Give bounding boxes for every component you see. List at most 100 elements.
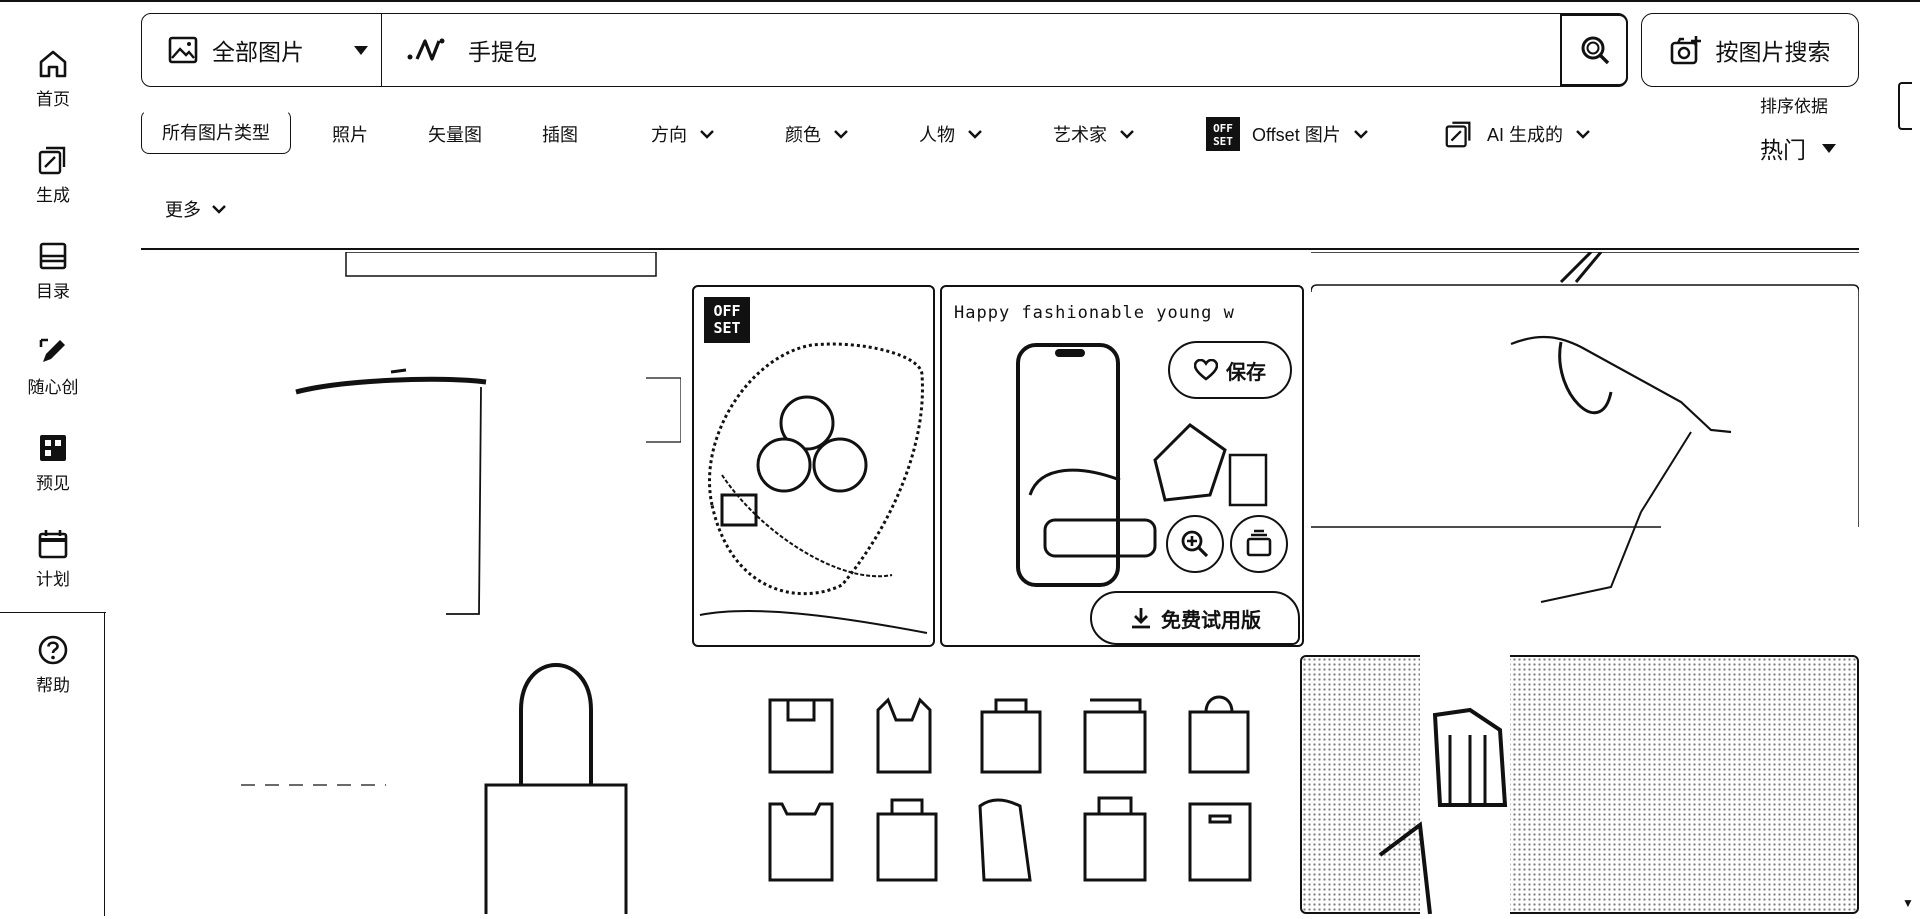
filter-artists[interactable]: 艺术家 — [1053, 112, 1135, 156]
nav-home[interactable]: 首页 — [0, 38, 106, 118]
search-input[interactable] — [468, 36, 1560, 64]
similar-images-button[interactable] — [1230, 515, 1288, 573]
filter-illustrations-label: 插图 — [542, 125, 578, 145]
scroll-down-arrow[interactable]: ▼ — [1902, 896, 1914, 910]
filter-orientation-label: 方向 — [651, 125, 687, 145]
search-icon — [1581, 36, 1609, 65]
caret-down-icon — [354, 45, 368, 55]
chevron-down-icon — [700, 130, 714, 139]
bag-icons-image — [768, 695, 1252, 882]
search-by-image-label: 按图片搜索 — [1715, 39, 1831, 65]
nav-home-label: 首页 — [36, 89, 70, 109]
zoom-in-icon — [1181, 530, 1209, 558]
tote-bag-image — [295, 251, 682, 615]
nav-plan[interactable]: 计划 — [0, 518, 106, 598]
svg-text:SET: SET — [1213, 135, 1233, 148]
image-tile[interactable] — [1310, 250, 1860, 647]
image-tile[interactable]: Happy fashionable young w 保存 免费试用版 — [940, 285, 1304, 647]
search-by-image-button[interactable]: 按图片搜索 — [1641, 13, 1859, 87]
nav-preview-label: 预见 — [36, 473, 70, 493]
filter-illustrations[interactable]: 插图 — [542, 112, 578, 156]
nav-preview[interactable]: 预见 — [0, 422, 106, 502]
filter-color-label: 颜色 — [785, 125, 821, 145]
nav-divider — [0, 612, 106, 613]
top-border — [0, 0, 1920, 2]
free-trial-label: 免费试用版 — [1161, 609, 1261, 632]
scrollbar-thumb[interactable] — [1898, 82, 1912, 130]
tote-outline-image — [241, 663, 628, 919]
image-tile[interactable] — [1300, 655, 1859, 914]
chevron-down-icon — [1353, 130, 1368, 139]
nav-catalog[interactable]: 目录 — [0, 230, 106, 310]
filter-all-types-label: 所有图片类型 — [162, 123, 270, 143]
nav-help[interactable]: 帮助 — [0, 624, 106, 704]
sort-dropdown[interactable]: 排序依据 热门 — [1760, 92, 1836, 165]
nav-generate-label: 生成 — [36, 185, 70, 205]
camera-plus-icon — [1670, 36, 1701, 65]
nav-catalog-label: 目录 — [36, 281, 70, 301]
calendar-icon — [38, 529, 68, 558]
svg-text:OFF: OFF — [1213, 122, 1233, 135]
filter-orientation[interactable]: 方向 — [651, 112, 715, 156]
generate-icon — [1445, 121, 1471, 148]
image-icon — [168, 36, 198, 64]
filter-vectors-label: 矢量图 — [428, 125, 482, 145]
left-nav: 首页 生成 目录 随心创 预见 计划 帮助 — [0, 2, 106, 916]
filter-ai-generated-label: AI 生成的 — [1487, 125, 1564, 145]
filter-vectors[interactable]: 矢量图 — [428, 112, 482, 156]
nav-generate[interactable]: 生成 — [0, 134, 106, 214]
sort-caption: 排序依据 — [1760, 97, 1828, 116]
filter-artists-label: 艺术家 — [1053, 125, 1107, 145]
chevron-down-icon — [212, 205, 226, 214]
offset-logo-icon: OFFSET — [1206, 117, 1240, 151]
generate-icon — [38, 146, 66, 174]
nav-create[interactable]: 随心创 — [0, 326, 106, 406]
filter-color[interactable]: 颜色 — [785, 112, 849, 156]
filter-more-label: 更多 — [165, 200, 201, 220]
offset-badge: OFF SET — [704, 297, 750, 343]
pen-icon — [39, 338, 65, 362]
image-tile[interactable] — [141, 251, 682, 642]
filter-bar: 所有图片类型 照片 矢量图 插图 方向 颜色 人物 艺术家 OFF SET Off… — [141, 92, 1861, 220]
search-button[interactable] — [1560, 14, 1628, 86]
caret-down-icon — [1822, 143, 1836, 153]
image-tile[interactable]: OFF SET — [692, 285, 935, 647]
image-tile[interactable] — [760, 690, 1280, 914]
save-label: 保存 — [1226, 361, 1266, 384]
download-icon — [1132, 608, 1150, 629]
save-button[interactable]: 保存 — [1168, 341, 1292, 399]
zoom-button[interactable] — [1166, 515, 1224, 573]
chevron-down-icon — [834, 130, 848, 139]
filter-offset[interactable]: OFF SET Offset 图片 — [1206, 112, 1369, 156]
filter-more[interactable]: 更多 — [165, 196, 227, 222]
search-scope-label: 全部图片 — [212, 39, 304, 65]
grid-icon — [40, 434, 66, 461]
sort-value: 热门 — [1760, 137, 1806, 163]
home-icon — [39, 50, 67, 77]
ai-search-icon — [407, 38, 445, 61]
free-trial-button[interactable]: 免费试用版 — [1090, 591, 1300, 645]
search-scope-dropdown[interactable]: 全部图片 — [142, 14, 382, 86]
filter-offset-label: Offset 图片 — [1252, 125, 1341, 145]
search-bar: 全部图片 — [141, 13, 1628, 87]
chevron-down-icon — [1120, 130, 1134, 139]
filter-ai-generated[interactable]: AI 生成的 — [1443, 112, 1591, 156]
nav-plan-label: 计划 — [36, 569, 70, 589]
filter-people[interactable]: 人物 — [919, 112, 983, 156]
filter-photos-label: 照片 — [332, 125, 368, 145]
filter-people-label: 人物 — [919, 125, 955, 145]
bag-outline-image — [1310, 250, 1860, 603]
image-tile[interactable] — [141, 655, 681, 919]
filter-all-types[interactable]: 所有图片类型 — [141, 110, 291, 154]
nav-help-label: 帮助 — [36, 675, 70, 695]
chevron-down-icon — [968, 130, 982, 139]
heart-icon — [1194, 359, 1218, 381]
filter-photos[interactable]: 照片 — [332, 112, 368, 156]
results-divider — [141, 248, 1859, 250]
catalog-icon — [39, 242, 67, 269]
person-with-bag-image — [1378, 655, 1510, 914]
chevron-down-icon — [1576, 130, 1590, 139]
nav-create-label: 随心创 — [27, 377, 79, 397]
stack-icon — [1246, 529, 1272, 557]
help-icon — [38, 635, 68, 664]
